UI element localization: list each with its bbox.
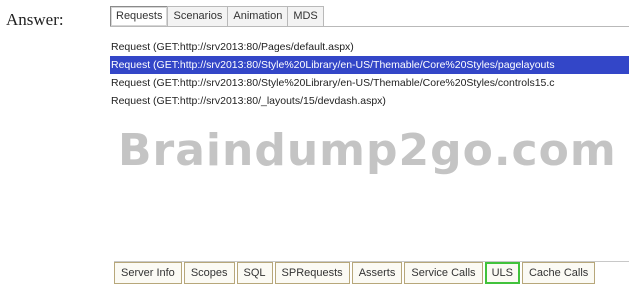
answer-label: Answer:: [6, 10, 64, 29]
tab-service-calls[interactable]: Service Calls: [404, 262, 483, 284]
tab-sql[interactable]: SQL: [236, 262, 273, 284]
tab-mds[interactable]: MDS: [287, 6, 324, 26]
developer-dashboard-panel: Requests Scenarios Animation MDS Request…: [106, 0, 629, 293]
top-tab-strip: Requests Scenarios Animation MDS: [110, 6, 629, 27]
request-row[interactable]: Request (GET:http://srv2013:80/_layouts/…: [110, 92, 629, 110]
bottom-tab-strip: Server Info Scopes SQL SPRequests Assert…: [114, 261, 629, 284]
tab-asserts[interactable]: Asserts: [351, 262, 403, 284]
request-row-selected[interactable]: Request (GET:http://srv2013:80/Style%20L…: [110, 56, 629, 74]
request-row[interactable]: Request (GET:http://srv2013:80/Pages/def…: [110, 38, 629, 56]
request-row[interactable]: Request (GET:http://srv2013:80/Style%20L…: [110, 74, 629, 92]
watermark-text: Braindump2go.com: [118, 125, 617, 176]
tab-scenarios[interactable]: Scenarios: [167, 6, 229, 26]
tab-uls[interactable]: ULS: [484, 262, 520, 284]
tab-cache-calls[interactable]: Cache Calls: [521, 262, 596, 284]
tab-scopes[interactable]: Scopes: [183, 262, 235, 284]
tab-server-info[interactable]: Server Info: [114, 262, 182, 284]
tab-requests[interactable]: Requests: [110, 6, 169, 26]
tab-sprequests[interactable]: SPRequests: [274, 262, 350, 284]
request-list: Request (GET:http://srv2013:80/Pages/def…: [110, 38, 629, 110]
tab-animation[interactable]: Animation: [227, 6, 289, 26]
